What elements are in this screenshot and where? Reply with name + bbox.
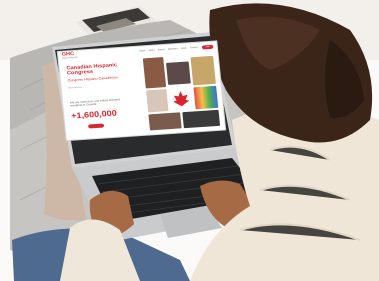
laptop-screen: GHC Global Hispanic Home About Events Me… [58, 41, 225, 140]
hero-note: Bienvenidos [68, 86, 83, 90]
collage-photo [142, 57, 167, 89]
menu-item[interactable]: Events [158, 48, 165, 50]
join-button[interactable]: Join [202, 44, 214, 49]
collage-photo [182, 109, 221, 129]
laptop-photo: GHC Global Hispanic Home About Events Me… [0, 0, 379, 281]
menu-item[interactable]: Contact [190, 46, 198, 49]
collage-photo [190, 55, 216, 86]
collage-photo [166, 61, 191, 85]
menu-item[interactable]: Home [139, 50, 145, 52]
collage-photo [193, 85, 219, 110]
maple-leaf-icon [168, 87, 194, 111]
hero-stat: +1,600,000 [70, 108, 118, 121]
menu-item[interactable]: About [148, 49, 154, 51]
site-menu: Home About Events Members News Contact [139, 46, 198, 52]
collage-photo [148, 112, 182, 131]
menu-item[interactable]: News [181, 47, 187, 49]
menu-item[interactable]: Members [168, 48, 178, 51]
photo-collage [142, 54, 221, 131]
scene-background [0, 0, 379, 281]
collage-photo [146, 89, 169, 113]
site-logo[interactable]: GHC Global Hispanic [61, 51, 78, 60]
hero-description: We are more than one million Hispanic re… [69, 98, 121, 108]
hero-cta-button[interactable] [88, 123, 105, 129]
